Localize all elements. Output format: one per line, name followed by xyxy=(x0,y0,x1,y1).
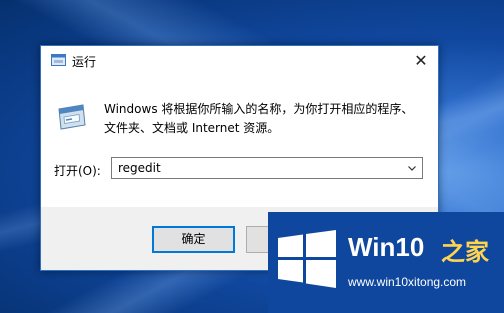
run-app-icon xyxy=(51,54,66,66)
watermark-url: www.win10xitong.com xyxy=(348,275,467,289)
open-input[interactable]: regedit xyxy=(118,161,161,175)
chevron-down-icon[interactable] xyxy=(406,162,418,174)
dialog-title: 运行 xyxy=(72,55,97,69)
open-combobox[interactable]: regedit xyxy=(111,157,423,179)
close-button[interactable]: ✕ xyxy=(404,46,438,76)
watermark-title: Win10 xyxy=(348,232,425,262)
dialog-description: Windows 将根据你所输入的名称，为你打开相应的程序、文件夹、文档或 Int… xyxy=(104,102,414,135)
close-icon: ✕ xyxy=(414,51,428,70)
title-bar[interactable]: 运行 ✕ xyxy=(41,46,438,76)
run-program-icon xyxy=(58,104,86,130)
watermark: Win10 之家 www.win10xitong.com xyxy=(268,212,504,313)
windows-logo-icon xyxy=(278,230,336,288)
open-label: 打开(O): xyxy=(54,164,101,178)
dialog-content: Windows 将根据你所输入的名称，为你打开相应的程序、文件夹、文档或 Int… xyxy=(41,76,438,207)
watermark-title-suffix: 之家 xyxy=(441,238,489,266)
ok-button[interactable]: 确定 xyxy=(152,226,235,253)
